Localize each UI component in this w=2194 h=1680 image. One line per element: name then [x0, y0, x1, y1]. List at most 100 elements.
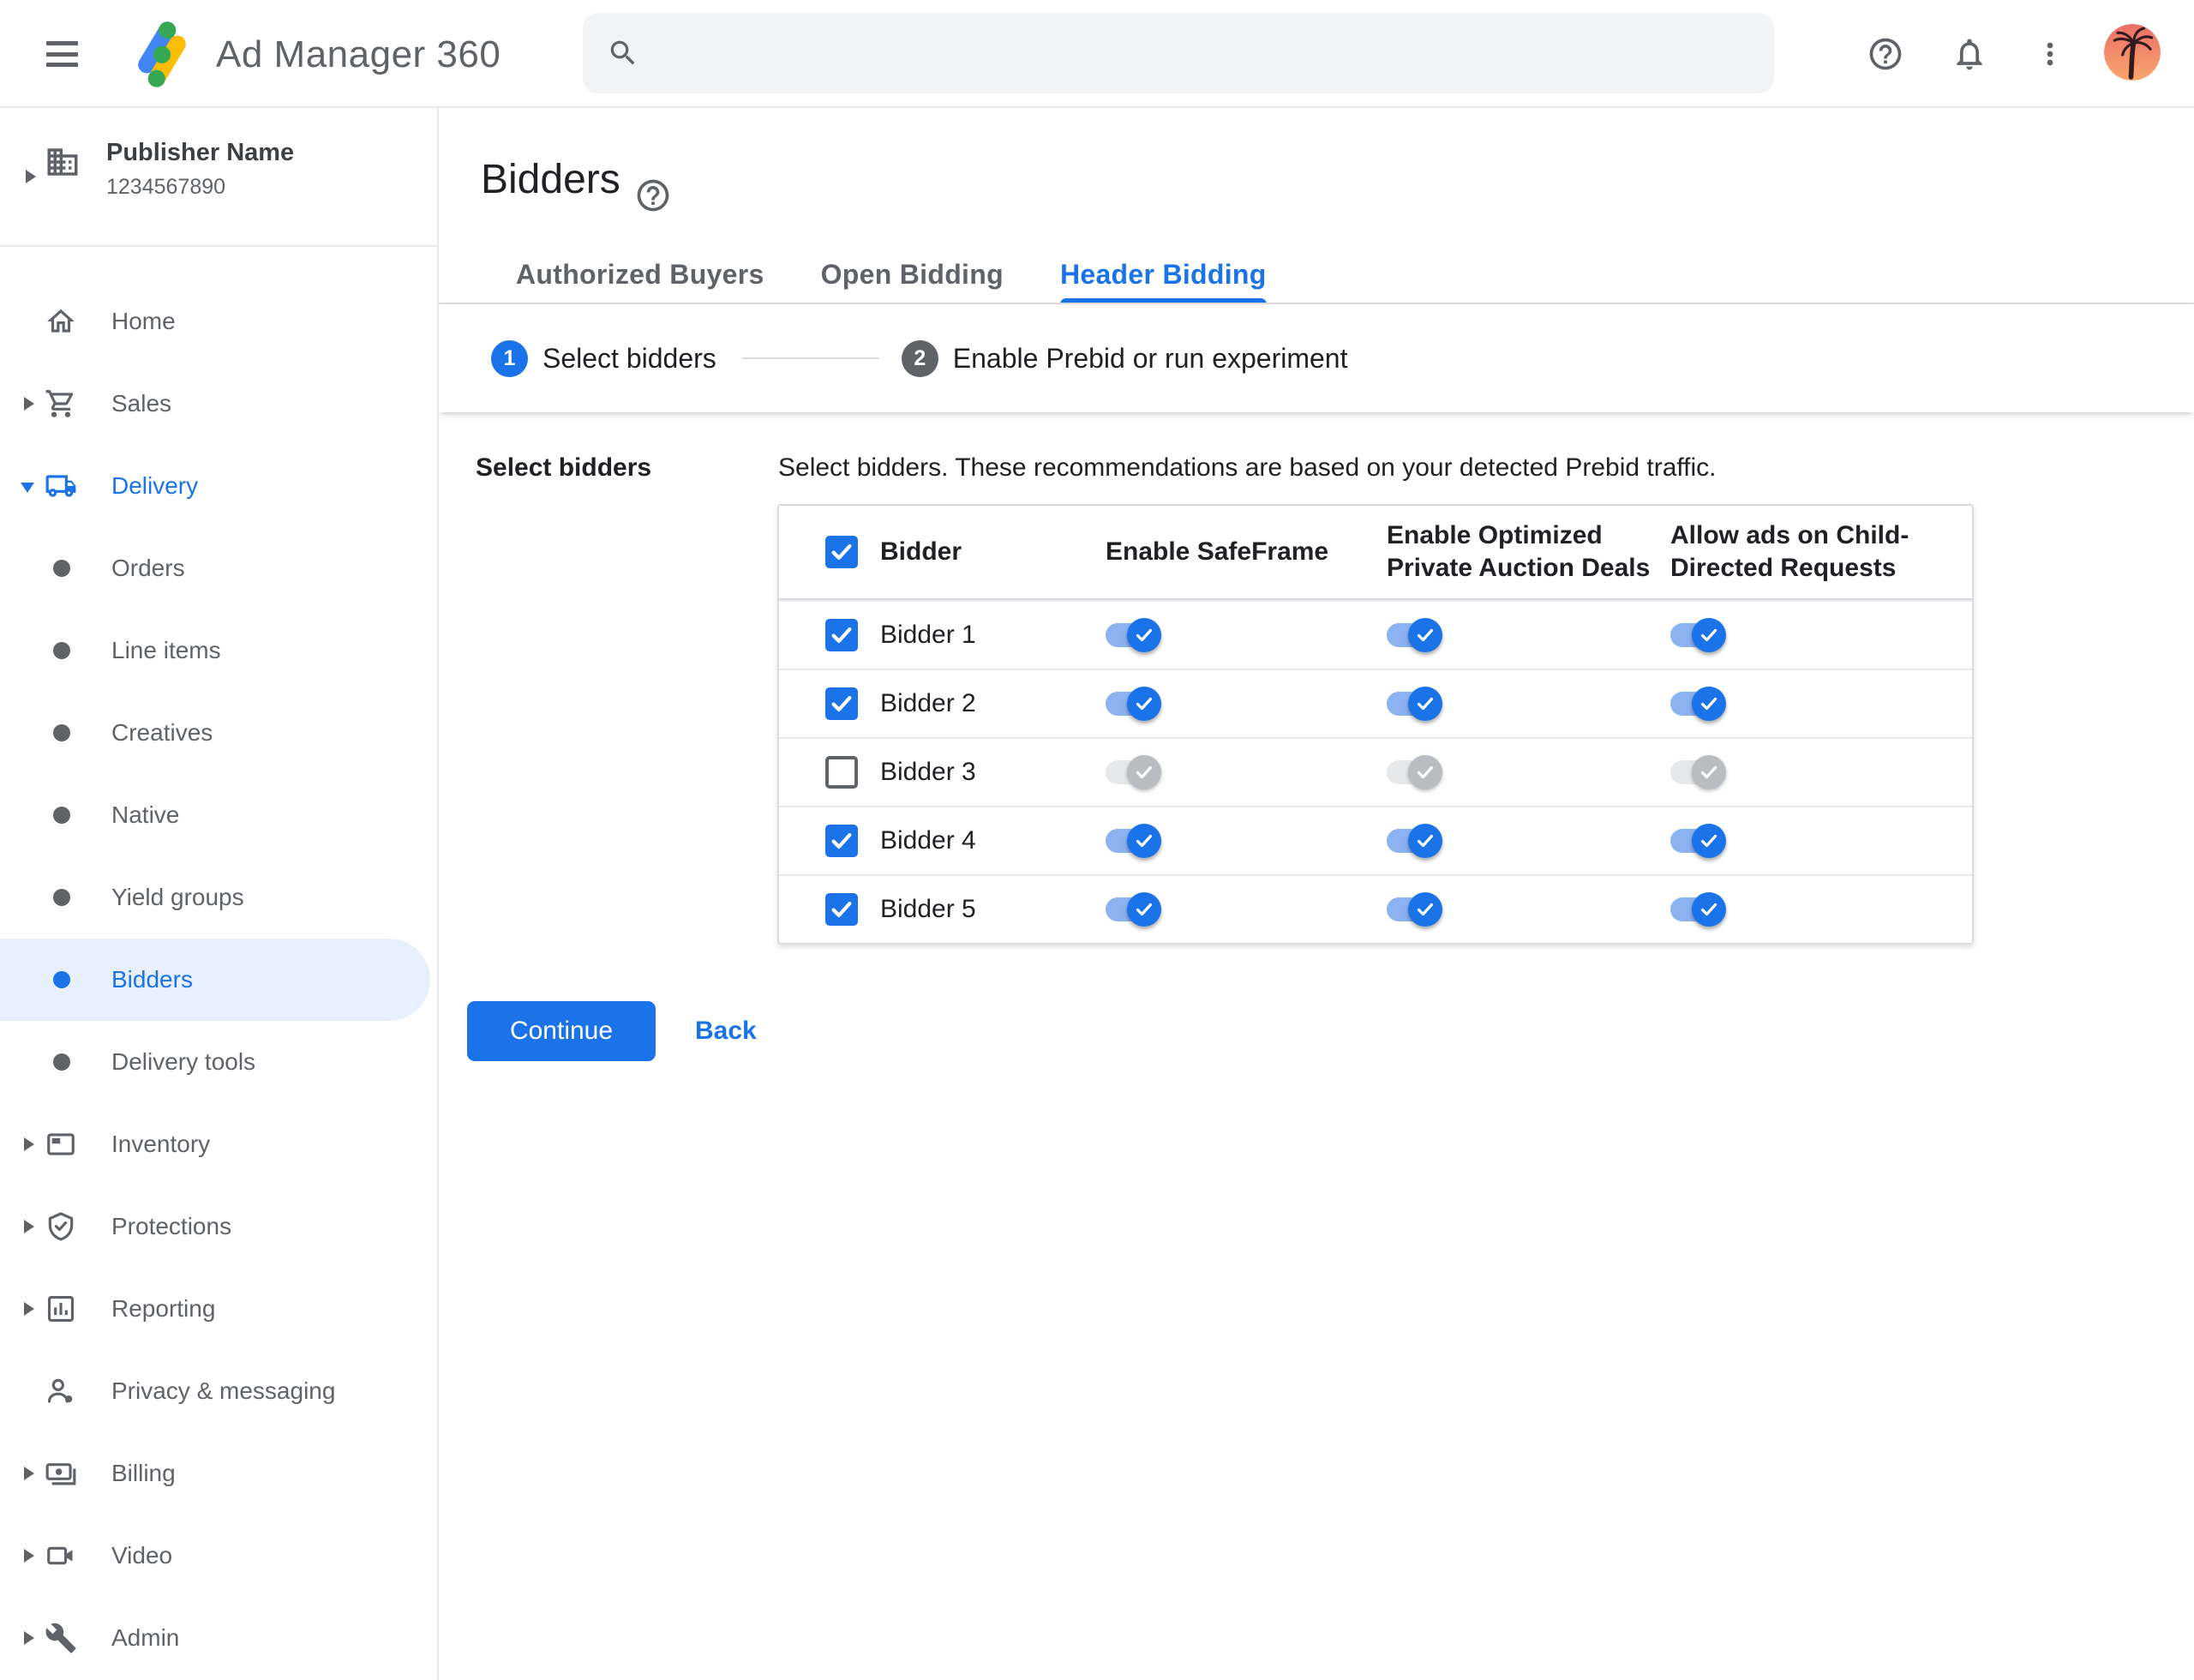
sidebar-item-creatives[interactable]: Creatives [0, 692, 439, 774]
bidder-name: Bidder 5 [880, 895, 976, 923]
bidder-name: Bidder 1 [880, 621, 976, 649]
home-icon [45, 305, 77, 338]
bidder-name: Bidder 2 [880, 689, 976, 717]
sidebar-item-label: Yield groups [111, 884, 244, 910]
report-icon [45, 1293, 77, 1325]
building-icon [45, 144, 81, 180]
tab-header-bidding[interactable]: Header Bidding [1059, 247, 1267, 304]
table-row: Bidder 2 [779, 669, 1972, 737]
sidebar-item-label: Orders [111, 555, 185, 581]
sidebar-item-label: Protections [111, 1213, 232, 1239]
sidebar-item-admin[interactable]: Admin [0, 1597, 439, 1679]
more-options-icon[interactable] [2033, 35, 2067, 73]
privacy-icon [45, 1375, 77, 1407]
sidebar-item-label: Reporting [111, 1295, 216, 1322]
optimized-deals-toggle[interactable] [1387, 822, 1443, 860]
sidebar-item-yield-groups[interactable]: Yield groups [0, 856, 439, 939]
table-row: Bidder 1 [779, 600, 1972, 669]
step-2-label: Enable Prebid or run experiment [952, 342, 1348, 374]
safeframe-toggle[interactable] [1106, 891, 1162, 928]
safeframe-toggle[interactable] [1106, 753, 1162, 791]
sidebar-item-orders[interactable]: Orders [0, 527, 439, 609]
sidebar-item-privacy-messaging[interactable]: Privacy & messaging [0, 1350, 439, 1432]
table-row: Bidder 4 [779, 806, 1972, 874]
sidebar-item-label: Line items [111, 637, 221, 663]
shield-icon [45, 1210, 77, 1243]
row-checkbox[interactable] [825, 619, 858, 651]
ad-manager-logo-icon [125, 17, 199, 91]
bidders-table: Bidder Enable SafeFrame Enable Optimized… [777, 504, 1974, 945]
child-directed-toggle[interactable] [1670, 822, 1727, 860]
sidebar-item-home[interactable]: Home [0, 280, 439, 363]
chevron-right-icon [24, 397, 34, 411]
table-row: Bidder 5 [779, 874, 1972, 943]
optimized-deals-toggle[interactable] [1387, 891, 1443, 928]
sidebar-item-billing[interactable]: Billing [0, 1432, 439, 1515]
publisher-id: 1234567890 [106, 175, 226, 199]
user-avatar[interactable] [2104, 24, 2161, 81]
child-directed-toggle[interactable] [1670, 685, 1727, 723]
select-all-checkbox[interactable] [825, 536, 858, 568]
sidebar-nav: Home Sales Delivery Orders Line items Creativ… [0, 280, 439, 1679]
child-directed-toggle[interactable] [1670, 891, 1727, 928]
tab-open-bidding[interactable]: Open Bidding [821, 247, 1004, 303]
row-checkbox[interactable] [825, 893, 858, 926]
sidebar-item-label: Creatives [111, 719, 213, 746]
row-checkbox[interactable] [825, 756, 858, 789]
top-app-bar: Ad Manager 360 [0, 0, 2194, 108]
wrench-icon [45, 1622, 77, 1654]
safeframe-toggle[interactable] [1106, 685, 1162, 723]
sidebar-item-native[interactable]: Native [0, 774, 439, 856]
sidebar-item-line-items[interactable]: Line items [0, 609, 439, 692]
step-1-badge: 1 [491, 339, 528, 377]
stepper: 1 Select bidders 2 Enable Prebid or run … [439, 304, 2194, 412]
sidebar-item-delivery-tools[interactable]: Delivery tools [0, 1021, 439, 1103]
step-connector [741, 357, 879, 359]
column-header-optimized-deals: Enable Optimized Private Auction Deals [1387, 521, 1651, 582]
sidebar-item-protections[interactable]: Protections [0, 1185, 439, 1268]
step-2-badge: 2 [901, 339, 938, 377]
chevron-right-icon [24, 1137, 34, 1151]
sidebar-item-video[interactable]: Video [0, 1515, 439, 1597]
sidebar-item-delivery[interactable]: Delivery [0, 445, 439, 527]
cart-icon [45, 387, 77, 420]
page-help-icon[interactable] [634, 177, 672, 214]
back-link[interactable]: Back [695, 1017, 757, 1046]
sidebar-item-inventory[interactable]: Inventory [0, 1103, 439, 1185]
sidebar-item-reporting[interactable]: Reporting [0, 1268, 439, 1350]
ad-manager-page: Ad Manager 360 Publisher Name 1234567890… [0, 0, 2194, 1680]
sidebar-item-bidders[interactable]: Bidders [0, 939, 439, 1021]
chevron-right-icon [26, 170, 36, 183]
bidder-name: Bidder 4 [880, 826, 976, 855]
optimized-deals-toggle[interactable] [1387, 616, 1443, 654]
search-input[interactable] [658, 39, 1748, 68]
table-header-row: Bidder Enable SafeFrame Enable Optimized… [779, 506, 1972, 600]
row-checkbox[interactable] [825, 825, 858, 857]
publisher-switcher[interactable]: Publisher Name 1234567890 [0, 108, 437, 247]
help-icon[interactable] [1867, 35, 1904, 73]
app-title: Ad Manager 360 [216, 33, 501, 75]
child-directed-toggle[interactable] [1670, 616, 1727, 654]
step-1: 1 Select bidders [491, 339, 716, 377]
safeframe-toggle[interactable] [1106, 616, 1162, 654]
sidebar-item-sales[interactable]: Sales [0, 363, 439, 445]
continue-button[interactable]: Continue [467, 1001, 656, 1061]
publisher-name: Publisher Name [106, 139, 295, 166]
sidebar-item-label: Sales [111, 390, 172, 417]
search-bar[interactable] [583, 13, 1774, 93]
step-1-label: Select bidders [543, 342, 716, 374]
section-label: Select bidders [476, 453, 652, 482]
sidebar-item-label: Privacy & messaging [111, 1377, 336, 1404]
child-directed-toggle[interactable] [1670, 753, 1727, 791]
chevron-right-icon [24, 1631, 34, 1645]
sidebar-item-label: Delivery [111, 472, 199, 499]
tab-authorized-buyers[interactable]: Authorized Buyers [516, 247, 764, 303]
optimized-deals-toggle[interactable] [1387, 753, 1443, 791]
column-header-child-directed: Allow ads on Child- Directed Requests [1670, 521, 1909, 582]
column-header-safeframe: Enable SafeFrame [1106, 537, 1329, 566]
notifications-icon[interactable] [1951, 35, 1988, 73]
safeframe-toggle[interactable] [1106, 822, 1162, 860]
menu-icon[interactable] [46, 38, 78, 70]
row-checkbox[interactable] [825, 687, 858, 720]
optimized-deals-toggle[interactable] [1387, 685, 1443, 723]
